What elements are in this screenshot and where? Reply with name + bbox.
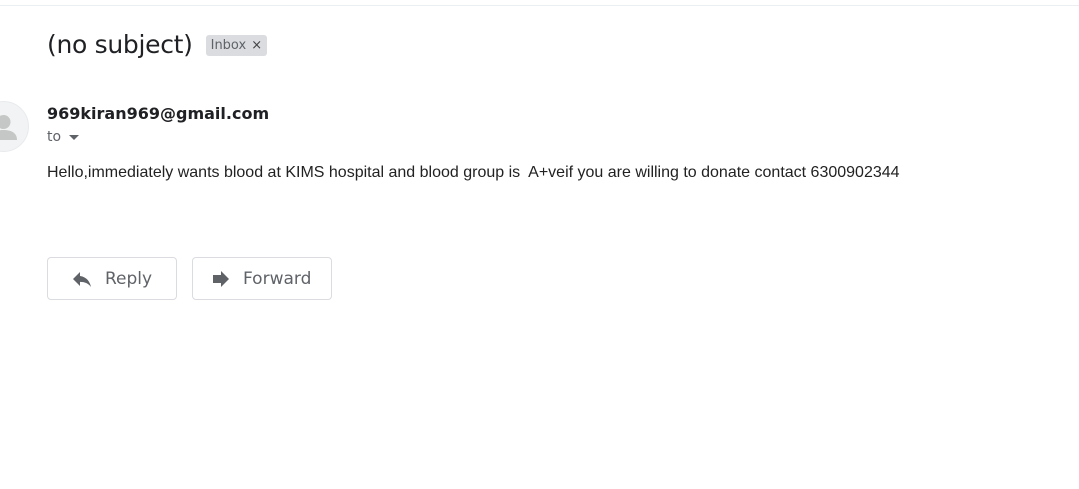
forward-button[interactable]: Forward [192, 257, 332, 300]
person-icon [0, 115, 17, 140]
forward-label: Forward [243, 268, 312, 289]
to-label: to [47, 129, 62, 145]
top-divider [0, 5, 1079, 6]
email-body: Hello,immediately wants blood at KIMS ho… [47, 164, 900, 181]
email-subject: (no subject) [47, 30, 193, 59]
email-view: (no subject) Inbox × 969kiran969@gmail.c… [0, 0, 1079, 489]
reply-arrow-icon [73, 271, 91, 287]
inbox-label-chip[interactable]: Inbox × [205, 35, 268, 56]
sender-email[interactable]: 969kiran969@gmail.com [47, 104, 269, 123]
sender-avatar[interactable] [0, 101, 29, 152]
reply-label: Reply [105, 268, 153, 289]
recipient-details[interactable]: to [47, 129, 80, 145]
subject-row: (no subject) Inbox × [47, 30, 268, 59]
inbox-label-text: Inbox [210, 38, 247, 53]
caret-down-icon[interactable] [69, 134, 80, 140]
forward-arrow-icon [213, 270, 229, 287]
reply-button[interactable]: Reply [47, 257, 177, 300]
remove-label-icon[interactable]: × [251, 39, 262, 52]
